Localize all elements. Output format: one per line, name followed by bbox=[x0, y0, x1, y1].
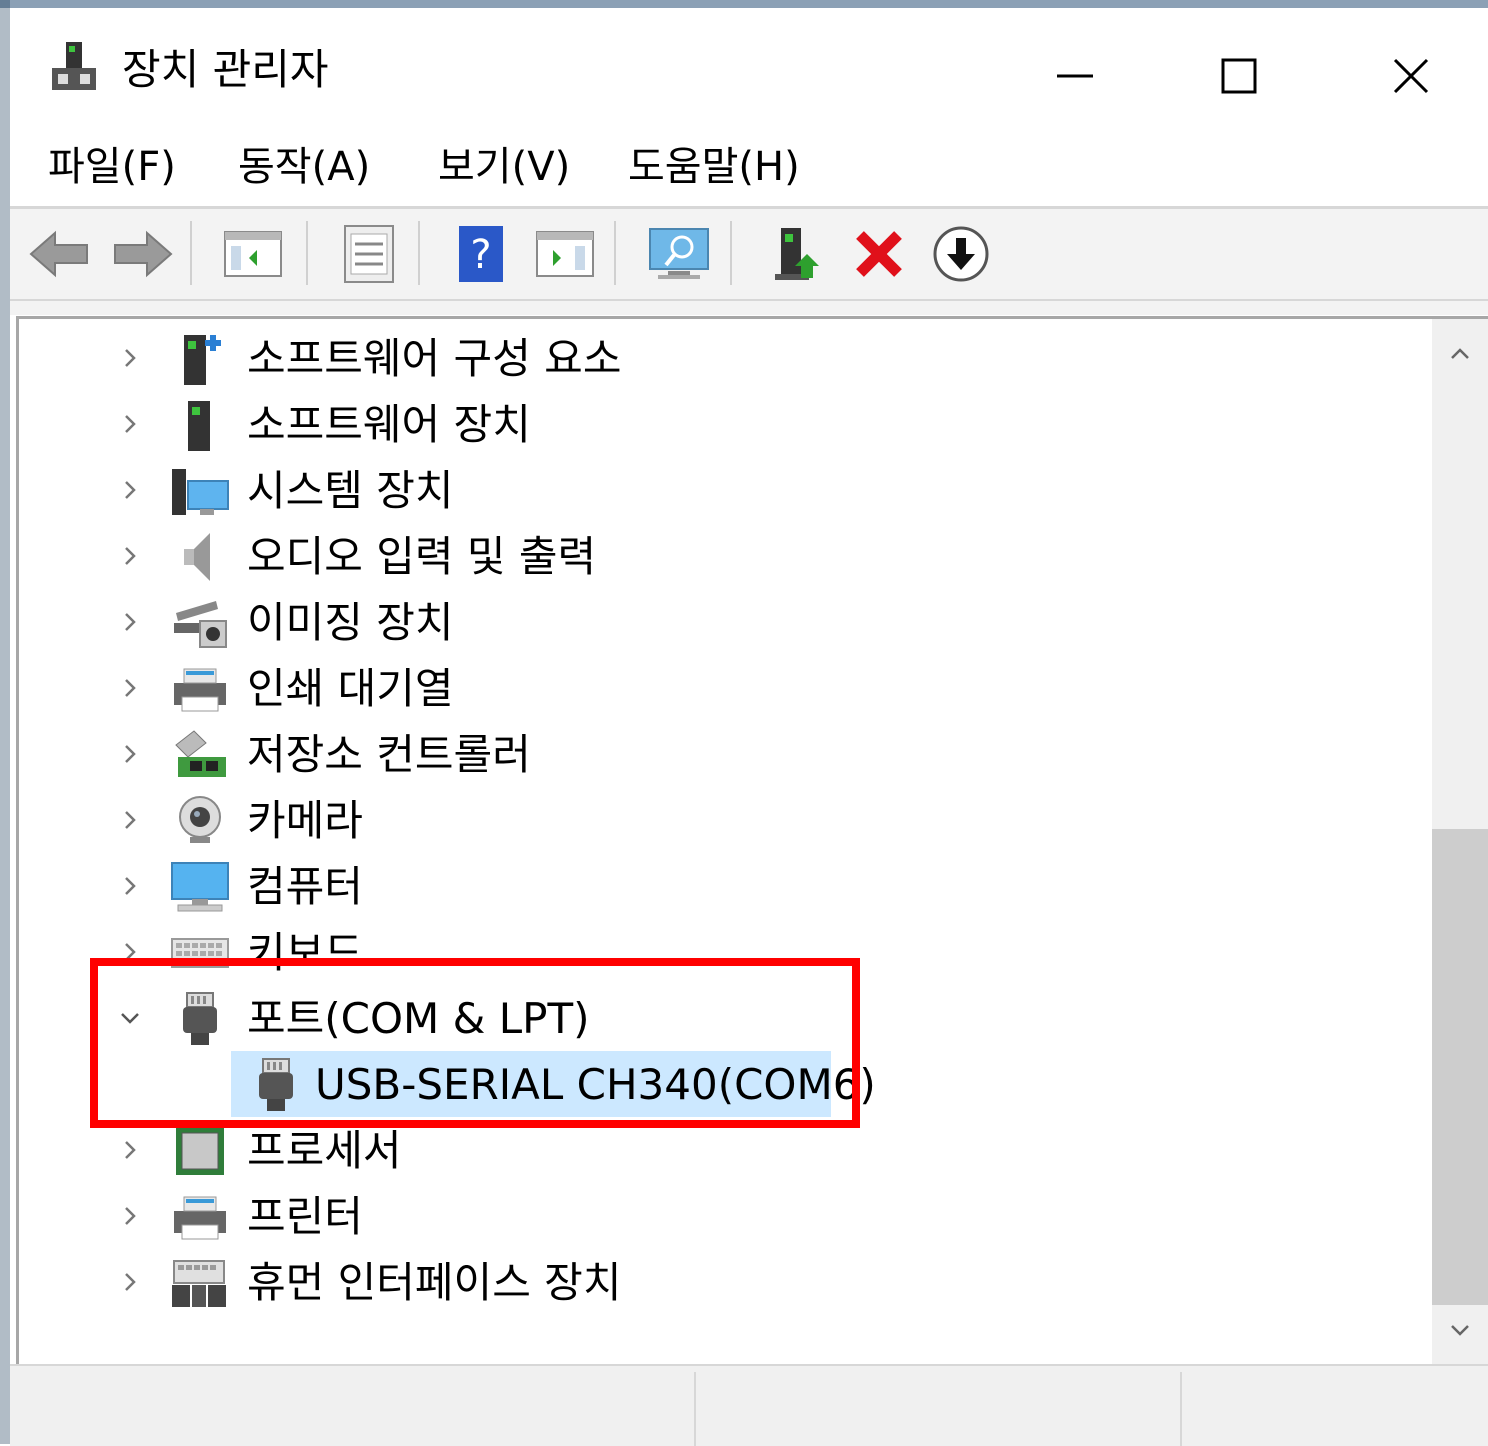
tree-item-label: 컴퓨터 bbox=[247, 862, 363, 911]
tree-item-label: 오디오 입력 및 출력 bbox=[247, 532, 597, 581]
system-device-icon bbox=[169, 463, 231, 519]
tree-item[interactable]: 저장소 컨트롤러 bbox=[19, 721, 1429, 787]
chevron-right-icon[interactable] bbox=[115, 869, 145, 903]
tree-item-ports[interactable]: 포트(COM & LPT) bbox=[19, 985, 1429, 1051]
menu-action[interactable]: 동작(A) bbox=[238, 142, 370, 192]
webcam-icon bbox=[169, 793, 231, 849]
tree-item-label: 키보드 bbox=[247, 928, 363, 977]
device-tree[interactable]: 소프트웨어 구성 요소 소프트웨어 장치 시스템 장치 오디오 입력 및 출력 … bbox=[16, 316, 1435, 1365]
tree-item[interactable]: 이미징 장치 bbox=[19, 589, 1429, 655]
toolbar-separator bbox=[306, 221, 308, 285]
tree-item[interactable]: 휴먼 인터페이스 장치 bbox=[19, 1249, 1429, 1315]
scroll-up-button[interactable] bbox=[1432, 319, 1488, 389]
device-manager-window: 장치 관리자 파일(F) 동작(A) 보기(V) 도움말(H) ? 소프트웨어 … bbox=[0, 0, 1488, 1446]
tree-item-label: 프린터 bbox=[247, 1192, 363, 1241]
tree-item[interactable]: 컴퓨터 bbox=[19, 853, 1429, 919]
tree-item-label: 휴먼 인터페이스 장치 bbox=[247, 1258, 622, 1307]
minimize-button[interactable] bbox=[1020, 26, 1130, 126]
properties-icon[interactable] bbox=[334, 219, 404, 289]
chevron-right-icon[interactable] bbox=[115, 473, 145, 507]
software-device-icon bbox=[169, 397, 231, 453]
tree-item-label: 프로세서 bbox=[247, 1126, 402, 1175]
show-hide-console-tree-icon[interactable] bbox=[218, 219, 288, 289]
chevron-down-icon[interactable] bbox=[115, 1001, 145, 1035]
help-icon[interactable]: ? bbox=[446, 219, 516, 289]
tree-item[interactable]: 소프트웨어 구성 요소 bbox=[19, 325, 1429, 391]
chevron-right-icon[interactable] bbox=[115, 1199, 145, 1233]
menu-view[interactable]: 보기(V) bbox=[438, 142, 570, 192]
scroll-down-button[interactable] bbox=[1432, 1295, 1488, 1365]
tree-item-usb-serial[interactable]: USB-SERIAL CH340(COM6) bbox=[19, 1051, 1429, 1117]
scan-hardware-icon[interactable] bbox=[644, 219, 714, 289]
speaker-icon bbox=[169, 529, 231, 585]
keyboard-icon bbox=[169, 925, 231, 981]
port-connector-icon bbox=[169, 991, 231, 1047]
maximize-button[interactable] bbox=[1184, 26, 1294, 126]
scrollbar-thumb[interactable] bbox=[1432, 829, 1488, 1305]
tree-item-label: 소프트웨어 구성 요소 bbox=[247, 334, 622, 383]
chevron-right-icon[interactable] bbox=[115, 935, 145, 969]
tree-item-label: 인쇄 대기열 bbox=[247, 664, 454, 713]
menu-file[interactable]: 파일(F) bbox=[48, 142, 176, 192]
toolbar-separator bbox=[190, 221, 192, 285]
tree-item[interactable]: 오디오 입력 및 출력 bbox=[19, 523, 1429, 589]
tree-item[interactable]: 카메라 bbox=[19, 787, 1429, 853]
toolbar: ? bbox=[10, 209, 1488, 301]
chevron-right-icon[interactable] bbox=[115, 803, 145, 837]
tree-item-label: 이미징 장치 bbox=[247, 598, 454, 647]
update-driver-icon[interactable] bbox=[760, 219, 830, 289]
software-component-icon bbox=[169, 331, 231, 387]
action-pane-icon[interactable] bbox=[530, 219, 600, 289]
chevron-right-icon[interactable] bbox=[115, 671, 145, 705]
storage-controller-icon bbox=[169, 727, 231, 783]
tree-item-label: 저장소 컨트롤러 bbox=[247, 730, 531, 779]
window-frame-left bbox=[0, 0, 10, 1444]
tree-item[interactable]: 소프트웨어 장치 bbox=[19, 391, 1429, 457]
tree-item[interactable]: 프린터 bbox=[19, 1183, 1429, 1249]
chevron-right-icon[interactable] bbox=[115, 1265, 145, 1299]
svg-text:?: ? bbox=[470, 232, 491, 278]
vertical-scrollbar[interactable] bbox=[1432, 316, 1488, 1365]
window-frame-top bbox=[0, 0, 1488, 8]
tree-item[interactable]: 시스템 장치 bbox=[19, 457, 1429, 523]
processor-chip-icon bbox=[169, 1123, 231, 1179]
menu-help[interactable]: 도움말(H) bbox=[628, 142, 800, 192]
title-bar[interactable]: 장치 관리자 bbox=[10, 8, 1488, 120]
tree-item[interactable]: 키보드 bbox=[19, 919, 1429, 985]
toolbar-gap bbox=[10, 301, 1488, 315]
hid-device-icon bbox=[169, 1255, 231, 1311]
tree-item-label: USB-SERIAL CH340(COM6) bbox=[315, 1060, 876, 1109]
chevron-right-icon[interactable] bbox=[115, 539, 145, 573]
chevron-right-icon[interactable] bbox=[115, 341, 145, 375]
chevron-right-icon[interactable] bbox=[115, 605, 145, 639]
printer-icon bbox=[169, 1189, 231, 1245]
forward-arrow-icon[interactable] bbox=[108, 219, 178, 289]
monitor-icon bbox=[169, 859, 231, 915]
download-icon[interactable] bbox=[926, 219, 996, 289]
tree-item[interactable]: 프로세서 bbox=[19, 1117, 1429, 1183]
status-bar-segment bbox=[10, 1372, 696, 1446]
print-queue-icon bbox=[169, 661, 231, 717]
chevron-right-icon[interactable] bbox=[115, 407, 145, 441]
port-connector-icon bbox=[245, 1057, 307, 1113]
close-button[interactable] bbox=[1356, 26, 1466, 126]
uninstall-device-icon[interactable] bbox=[844, 219, 914, 289]
tree-item-label: 포트(COM & LPT) bbox=[247, 994, 590, 1043]
status-bar-segment bbox=[696, 1372, 1182, 1446]
status-bar bbox=[10, 1364, 1488, 1446]
tree-item-label: 소프트웨어 장치 bbox=[247, 400, 531, 449]
tree-item[interactable]: 인쇄 대기열 bbox=[19, 655, 1429, 721]
imaging-device-icon bbox=[169, 595, 231, 651]
toolbar-separator bbox=[418, 221, 420, 285]
tree-item-label: 카메라 bbox=[247, 796, 363, 845]
toolbar-separator bbox=[730, 221, 732, 285]
window-title: 장치 관리자 bbox=[122, 45, 329, 94]
toolbar-separator bbox=[614, 221, 616, 285]
device-manager-app-icon bbox=[44, 38, 104, 98]
menu-bar: 파일(F) 동작(A) 보기(V) 도움말(H) bbox=[10, 124, 1488, 209]
chevron-right-icon[interactable] bbox=[115, 737, 145, 771]
back-arrow-icon[interactable] bbox=[24, 219, 94, 289]
tree-item-label: 시스템 장치 bbox=[247, 466, 454, 515]
chevron-right-icon[interactable] bbox=[115, 1133, 145, 1167]
